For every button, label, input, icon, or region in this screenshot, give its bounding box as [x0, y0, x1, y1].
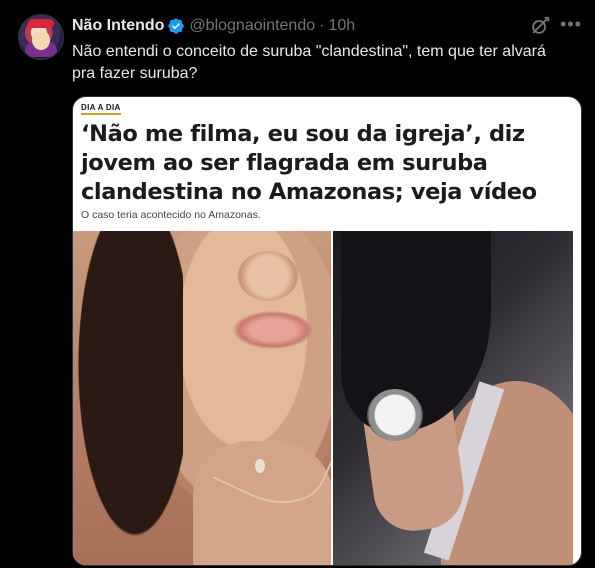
tweet[interactable]: Não Intendo @blognaointendo · 10h ••• Nã… [0, 0, 595, 568]
tweet-text: Não entendi o conceito de suruba "clande… [72, 43, 546, 82]
article-subtitle: O caso teria acontecido no Amazonas. [81, 209, 261, 221]
tweet-timestamp[interactable]: 10h [328, 17, 355, 35]
article-tag: DIA A DIA [81, 103, 121, 115]
wristwatch [367, 389, 423, 441]
author-name[interactable]: Não Intendo [72, 17, 164, 35]
separator-dot: · [319, 17, 325, 34]
article-photo-left [73, 231, 331, 565]
more-icon[interactable]: ••• [560, 15, 582, 37]
author-handle[interactable]: @blognaointendo [189, 17, 315, 35]
author-avatar[interactable] [18, 14, 64, 60]
tweet-header: Não Intendo @blognaointendo · 10h [72, 15, 355, 37]
photo-divider [331, 231, 333, 565]
article-headline: ‘Não me filma, eu sou da igreja’, diz jo… [81, 121, 537, 205]
article-photo-right [331, 231, 573, 565]
grok-icon[interactable] [529, 15, 551, 37]
verified-badge-icon [167, 17, 185, 35]
media-card[interactable]: DIA A DIA ‘Não me filma, eu sou da igrej… [72, 96, 582, 566]
